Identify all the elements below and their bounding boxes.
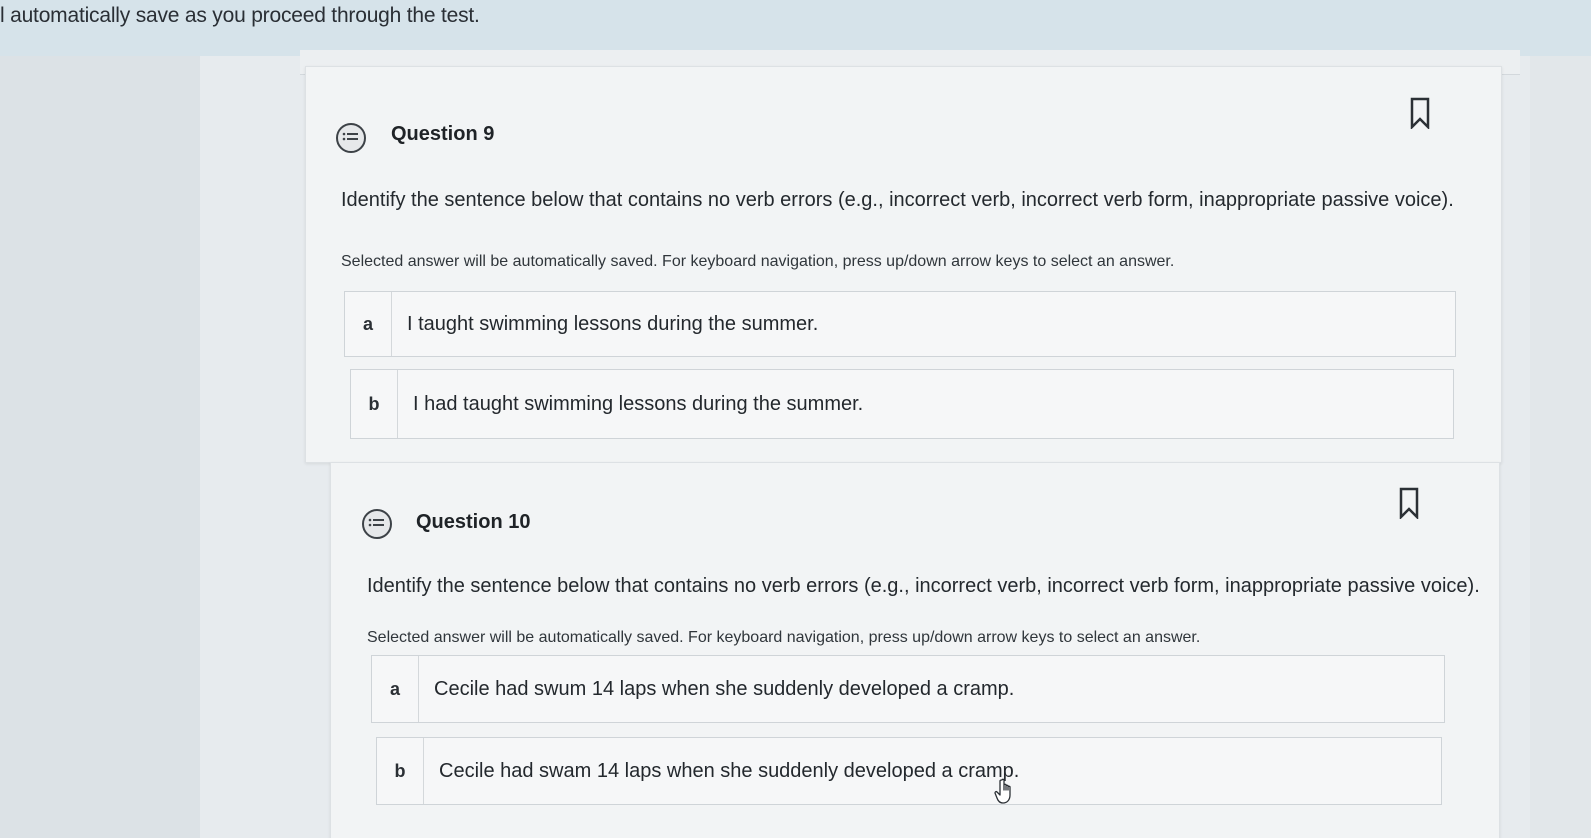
left-panel xyxy=(0,56,200,838)
answer-letter: b xyxy=(377,738,424,804)
answer-text: I had taught swimming lessons during the… xyxy=(413,392,864,415)
question-card-9: Question 9 Identify the sentence below t… xyxy=(305,66,1502,463)
question-list-icon xyxy=(336,123,366,153)
question-title: Question 10 xyxy=(416,511,531,533)
right-panel xyxy=(1530,56,1591,838)
question-prompt: Identify the sentence below that contain… xyxy=(367,575,1480,597)
answer-text: Cecile had swum 14 laps when she suddenl… xyxy=(434,677,1015,700)
answer-text: Cecile had swam 14 laps when she suddenl… xyxy=(439,759,1020,782)
question-hint: Selected answer will be automatically sa… xyxy=(367,629,1201,646)
answer-option-b[interactable]: b I had taught swimming lessons during t… xyxy=(350,369,1454,439)
answer-letter: a xyxy=(345,292,392,356)
answer-letter: a xyxy=(372,656,419,722)
answer-letter: b xyxy=(351,370,398,438)
hand-pointer-icon xyxy=(994,778,1011,804)
autosave-banner: l automatically save as you proceed thro… xyxy=(0,0,1591,56)
question-card-10: Question 10 Identify the sentence below … xyxy=(330,462,1500,838)
bookmark-icon[interactable] xyxy=(1410,97,1430,129)
answer-text: I taught swimming lessons during the sum… xyxy=(407,312,819,335)
question-hint: Selected answer will be automatically sa… xyxy=(341,253,1175,270)
answer-option-b[interactable]: b Cecile had swam 14 laps when she sudde… xyxy=(376,737,1442,805)
bookmark-icon[interactable] xyxy=(1399,487,1419,519)
question-prompt: Identify the sentence below that contain… xyxy=(341,189,1454,211)
question-title: Question 9 xyxy=(391,123,495,145)
test-page: l automatically save as you proceed thro… xyxy=(0,0,1591,838)
question-list-icon xyxy=(362,509,392,539)
answer-option-a[interactable]: a Cecile had swum 14 laps when she sudde… xyxy=(371,655,1445,723)
answer-option-a[interactable]: a I taught swimming lessons during the s… xyxy=(344,291,1456,357)
autosave-banner-text: l automatically save as you proceed thro… xyxy=(0,4,480,27)
